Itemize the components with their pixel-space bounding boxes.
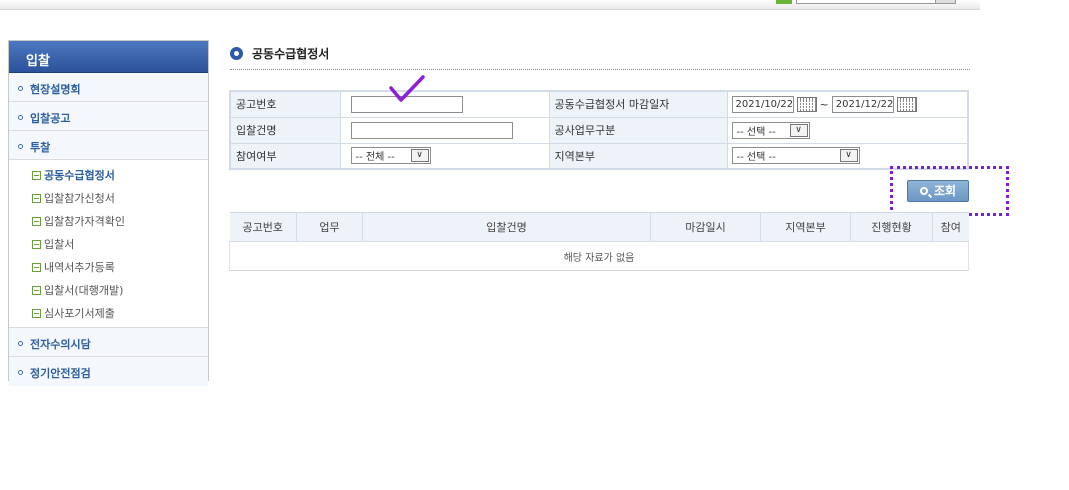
page-title-bar: 공동수급협정서 [230, 44, 970, 70]
chevron-down-icon: ∨ [789, 123, 808, 137]
chevron-down-icon: ∨ [839, 149, 858, 163]
sidebar-subitem-label: 입찰참가자격확인 [44, 215, 125, 228]
sidebar-item-bid-notice[interactable]: 입찰공고 [9, 102, 208, 131]
page-title: 공동수급협정서 [252, 47, 330, 61]
column-header-region[interactable]: 지역본부 [760, 212, 851, 242]
sidebar-subitem-label: 입찰참가신청서 [44, 192, 115, 205]
table-row: 해당 자료가 없음 [229, 241, 969, 271]
notice-no-label: 공고번호 [229, 90, 341, 118]
participation-cell: -- 전체 -- ∨ [339, 142, 550, 170]
search-button-label: 조회 [933, 184, 957, 198]
sidebar-item-label: 투찰 [30, 141, 51, 154]
sidebar-subitem-participation-application[interactable]: 입찰참가신청서 [9, 187, 208, 210]
sidebar-item-bidding[interactable]: 투찰 [9, 131, 208, 160]
minus-box-icon [32, 171, 41, 180]
bid-name-cell [339, 116, 550, 144]
bullet-icon [18, 144, 23, 149]
deadline-cell: 2021/10/22 ~2021/12/22 [726, 90, 969, 118]
column-header-work[interactable]: 업무 [296, 212, 363, 242]
column-header-bid-name[interactable]: 입찰건명 [362, 212, 651, 242]
column-header-notice-no[interactable]: 공고번호 [229, 212, 297, 242]
sidebar-subitem-joint-agreement[interactable]: 공동수급협정서 [9, 164, 208, 187]
region-selected: -- 선택 -- [736, 152, 776, 164]
work-type-label: 공사업무구분 [548, 116, 728, 144]
sidebar-submenu: 공동수급협정서 입찰참가신청서 입찰참가자격확인 입찰서 내역서추가등록 입찰서… [9, 160, 208, 327]
sidebar: 입찰 현장설명회 입찰공고 투찰 공동수급협정서 입찰참가신청서 입찰참가자격확… [8, 40, 209, 386]
sidebar-item-private-negotiation[interactable]: 전자수의시담 [9, 328, 208, 357]
minus-box-icon [32, 286, 41, 295]
sidebar-subitem-label: 공동수급협정서 [44, 169, 115, 182]
sidebar-subitem-label: 심사포기서제출 [44, 307, 115, 320]
bid-name-label: 입찰건명 [229, 116, 341, 144]
sidebar-subitem-review-waiver[interactable]: 심사포기서제출 [9, 302, 208, 325]
column-header-status[interactable]: 진행현황 [850, 212, 933, 242]
participation-label: 참여여부 [229, 142, 341, 170]
chevron-down-icon: ∨ [410, 149, 429, 163]
sidebar-subitem-bid-agency[interactable]: 입찰서(대행개발) [9, 279, 208, 302]
minus-box-icon [32, 240, 41, 249]
minus-box-icon [32, 263, 41, 272]
search-form: 공고번호 공동수급협정서 마감일자 2021/10/22 ~2021/12/22 … [229, 90, 969, 170]
empty-message: 해당 자료가 없음 [229, 241, 969, 271]
top-search-input[interactable] [796, 0, 956, 4]
calendar-icon[interactable] [796, 96, 817, 112]
bullet-icon [18, 341, 23, 346]
work-type-select[interactable]: -- 선택 -- ∨ [731, 121, 810, 139]
sidebar-menu: 현장설명회 입찰공고 투찰 공동수급협정서 입찰참가신청서 입찰참가자격확인 입… [9, 73, 208, 386]
participation-select[interactable]: -- 전체 -- ∨ [350, 147, 431, 165]
sidebar-item-label: 정기안전점검 [30, 367, 91, 380]
calendar-icon[interactable] [896, 96, 917, 112]
participation-selected: -- 전체 -- [355, 152, 395, 164]
search-button[interactable]: 조회 [907, 180, 969, 202]
bullet-icon [18, 115, 23, 120]
sidebar-item-safety-inspection[interactable]: 정기안전점검 [9, 357, 208, 386]
work-type-cell: -- 선택 -- ∨ [726, 116, 969, 144]
results-table: 공고번호 업무 입찰건명 마감일시 지역본부 진행현황 참여 해당 자료가 없음 [229, 212, 969, 271]
bid-name-input[interactable] [350, 121, 513, 139]
title-bullet-icon [230, 47, 243, 60]
date-to-input[interactable]: 2021/12/22 [831, 95, 894, 113]
checkmark-icon [389, 75, 425, 102]
top-search-button[interactable] [935, 0, 955, 3]
column-header-deadline[interactable]: 마감일시 [650, 212, 761, 242]
region-label: 지역본부 [548, 142, 728, 170]
sidebar-subitem-statement-register[interactable]: 내역서추가등록 [9, 256, 208, 279]
sidebar-subitem-bid-form[interactable]: 입찰서 [9, 233, 208, 256]
bullet-icon [18, 370, 23, 375]
minus-box-icon [32, 217, 41, 226]
date-from-input[interactable]: 2021/10/22 [731, 95, 794, 113]
date-separator: ~ [819, 97, 829, 111]
notice-no-cell [339, 90, 550, 118]
sidebar-subitem-label: 내역서추가등록 [44, 261, 115, 274]
sidebar-subitem-qualification-check[interactable]: 입찰참가자격확인 [9, 210, 208, 233]
sidebar-item-label: 전자수의시담 [30, 338, 91, 351]
region-select[interactable]: -- 선택 -- ∨ [731, 147, 860, 165]
magnifier-icon [919, 187, 928, 195]
work-type-selected: -- 선택 -- [736, 126, 776, 138]
bullet-icon [18, 86, 23, 91]
results-header-row: 공고번호 업무 입찰건명 마감일시 지역본부 진행현황 참여 [229, 212, 969, 242]
sidebar-item-site-briefing[interactable]: 현장설명회 [9, 73, 208, 102]
top-status-marker [776, 0, 792, 4]
sidebar-item-label: 현장설명회 [30, 83, 81, 96]
sidebar-submenu-wrap: 공동수급협정서 입찰참가신청서 입찰참가자격확인 입찰서 내역서추가등록 입찰서… [9, 160, 208, 328]
minus-box-icon [32, 309, 41, 318]
sidebar-subitem-label: 입찰서(대행개발) [44, 284, 124, 297]
minus-box-icon [32, 194, 41, 203]
column-header-participation[interactable]: 참여 [932, 212, 969, 242]
sidebar-item-label: 입찰공고 [30, 112, 71, 125]
sidebar-title: 입찰 [9, 41, 208, 73]
deadline-label: 공동수급협정서 마감일자 [548, 90, 728, 118]
sidebar-subitem-label: 입찰서 [44, 238, 75, 251]
